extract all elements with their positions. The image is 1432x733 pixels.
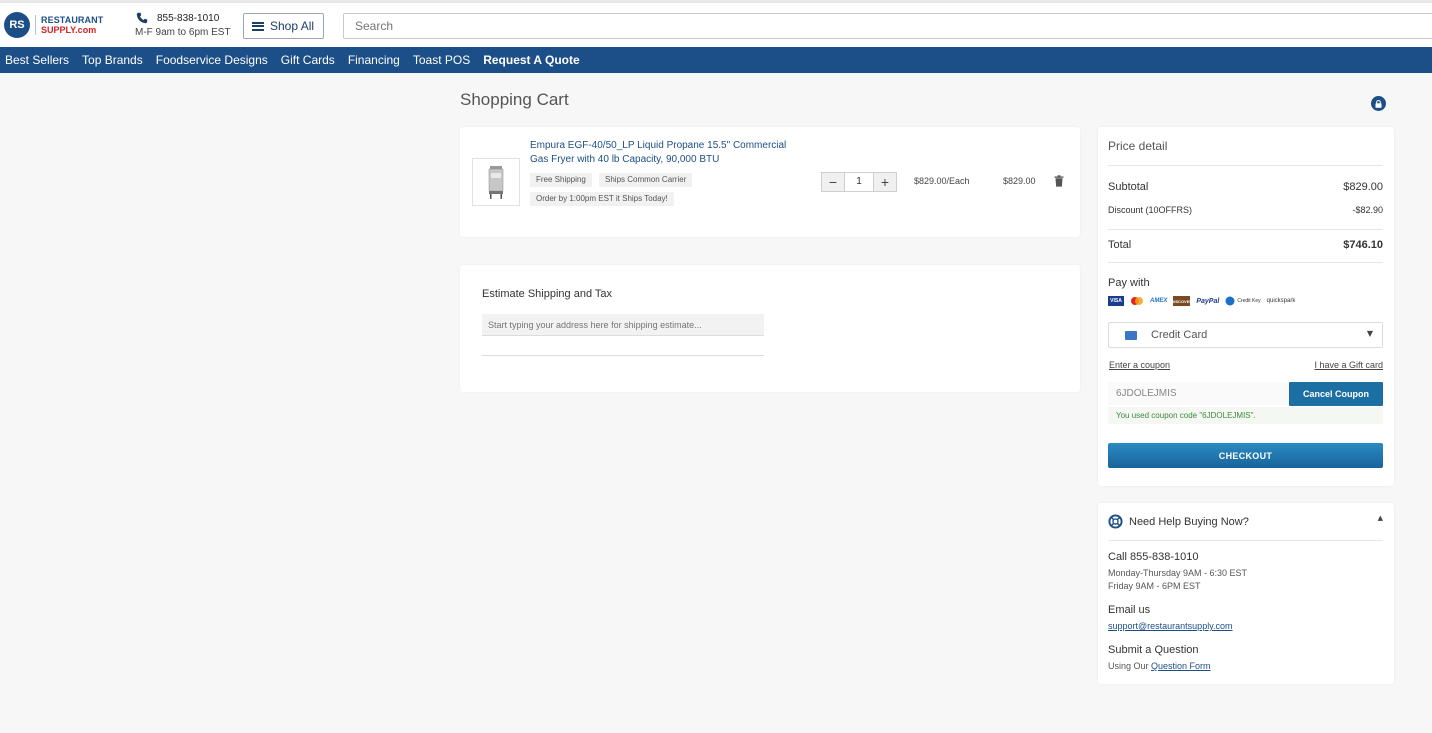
shipping-address-input[interactable] [482, 314, 764, 336]
phone-text: 855-838-1010 [157, 12, 220, 24]
quickspark-logo: quickspark [1266, 298, 1296, 304]
lock-icon [1371, 96, 1386, 111]
nav-gift-cards[interactable]: Gift Cards [281, 53, 335, 67]
divider [1108, 262, 1383, 263]
discover-logo: DISCOVER [1173, 296, 1191, 306]
amex-logo: AMEX [1150, 298, 1168, 304]
caret-up-icon[interactable]: ▲ [1378, 514, 1383, 522]
increase-quantity-button[interactable]: + [874, 173, 896, 191]
total-value: $746.10 [1343, 239, 1383, 251]
quantity-stepper: − 1 + [821, 172, 897, 192]
logo-bottom-text: SUPPLY.com [41, 25, 97, 35]
divider [482, 355, 764, 356]
top-header: RS RESTAURANT SUPPLY.com 855-838-1010 M-… [0, 0, 1432, 47]
help-call[interactable]: Call 855-838-1010 [1108, 551, 1199, 563]
help-card: Need Help Buying Now? ▲ Call 855-838-101… [1098, 503, 1394, 684]
coupon-code-input[interactable] [1108, 382, 1288, 405]
help-email-link[interactable]: support@restaurantsupply.com [1108, 620, 1233, 633]
tag-ships-common-carrier: Ships Common Carrier [599, 173, 693, 187]
payment-method-label: Credit Card [1151, 329, 1208, 341]
site-logo[interactable]: RS RESTAURANT SUPPLY.com [4, 12, 103, 38]
help-using-our: Using Our [1108, 661, 1149, 671]
divider [1108, 165, 1383, 166]
price-detail-title: Price detail [1108, 139, 1168, 153]
unit-price: $829.00/Each [914, 176, 970, 186]
phone-icon [136, 12, 148, 24]
decrease-quantity-button[interactable]: − [822, 173, 844, 191]
tag-free-shipping: Free Shipping [530, 173, 592, 187]
estimate-shipping-title: Estimate Shipping and Tax [482, 288, 613, 300]
estimate-shipping-card: Estimate Shipping and Tax [460, 265, 1080, 392]
question-form-link[interactable]: Question Form [1151, 661, 1211, 671]
help-hours-friday: Friday 9AM - 6PM EST [1108, 581, 1201, 591]
phone-number[interactable]: 855-838-1010 [135, 12, 231, 24]
help-question-line: Using Our Question Form [1108, 660, 1211, 673]
nav-best-sellers[interactable]: Best Sellers [5, 53, 69, 67]
credit-key-logo: Credit Key [1237, 298, 1261, 304]
logo-text: RESTAURANT SUPPLY.com [35, 15, 103, 35]
payment-method-select[interactable]: Credit Card ▼ [1108, 322, 1383, 348]
divider [1108, 229, 1383, 230]
line-total: $829.00 [1003, 176, 1036, 186]
page-title: Shopping Cart [460, 90, 569, 109]
product-image[interactable] [472, 158, 520, 206]
nav-toast-pos[interactable]: Toast POS [413, 53, 470, 67]
subtotal-label: Subtotal [1108, 181, 1149, 193]
visa-logo: VISA [1108, 296, 1124, 306]
cancel-coupon-button[interactable]: Cancel Coupon [1289, 382, 1383, 406]
help-hours-weekday: Monday-Thursday 9AM - 6:30 EST [1108, 568, 1248, 578]
credit-card-icon [1125, 330, 1137, 340]
cart-item-card: Empura EGF-40/50_LP Liquid Propane 15.5"… [460, 127, 1080, 237]
help-email-label: Email us [1108, 604, 1151, 616]
shop-all-label: Shop All [270, 19, 315, 33]
discount-label: Discount (10OFFRS) [1108, 205, 1193, 215]
help-title: Need Help Buying Now? [1129, 515, 1249, 528]
fryer-image [488, 166, 504, 199]
credit-key-icon [1225, 296, 1235, 306]
logo-top-text: RESTAURANT [41, 15, 104, 25]
main-nav: Best Sellers Top Brands Foodservice Desi… [0, 47, 1432, 73]
price-detail-card: Price detail Subtotal $829.00 Discount (… [1098, 127, 1394, 486]
coupon-applied-message: You used coupon code "6JDOLEJMIS". [1108, 407, 1383, 424]
total-label: Total [1108, 239, 1132, 251]
shop-all-button[interactable]: Shop All [243, 13, 324, 39]
divider [1108, 540, 1383, 541]
subtotal-value: $829.00 [1343, 181, 1383, 193]
product-name-link[interactable]: Empura EGF-40/50_LP Liquid Propane 15.5"… [530, 139, 805, 167]
menu-icon [252, 21, 264, 31]
gift-card-link[interactable]: I have a Gift card [1314, 360, 1383, 370]
hours-text: M-F 9am to 6pm EST [135, 27, 231, 38]
search-input[interactable] [343, 13, 1432, 39]
trash-icon[interactable] [1054, 175, 1064, 187]
ships-today-note: Order by 1:00pm EST it Ships Today! [530, 192, 674, 206]
nav-financing[interactable]: Financing [348, 53, 400, 67]
discount-value: -$82.90 [1352, 205, 1383, 215]
logo-badge: RS [4, 12, 30, 38]
nav-foodservice-designs[interactable]: Foodservice Designs [156, 53, 268, 67]
lifebuoy-icon [1108, 514, 1123, 529]
mastercard-logo [1131, 297, 1143, 305]
caret-down-icon: ▼ [1366, 329, 1373, 338]
help-question-label: Submit a Question [1108, 644, 1199, 656]
pay-with-label: Pay with [1108, 277, 1150, 289]
quantity-value[interactable]: 1 [844, 173, 874, 191]
checkout-button[interactable]: CHECKOUT [1108, 443, 1383, 468]
paypal-logo: PayPal [1196, 297, 1220, 305]
nav-top-brands[interactable]: Top Brands [82, 53, 143, 67]
help-header[interactable]: Need Help Buying Now? [1108, 514, 1249, 529]
phone-block: 855-838-1010 M-F 9am to 6pm EST [135, 12, 231, 39]
enter-coupon-link[interactable]: Enter a coupon [1109, 360, 1170, 370]
payment-logos: VISA AMEX DISCOVER PayPal Credit Key qui… [1108, 296, 1301, 306]
nav-request-quote[interactable]: Request A Quote [483, 53, 579, 67]
